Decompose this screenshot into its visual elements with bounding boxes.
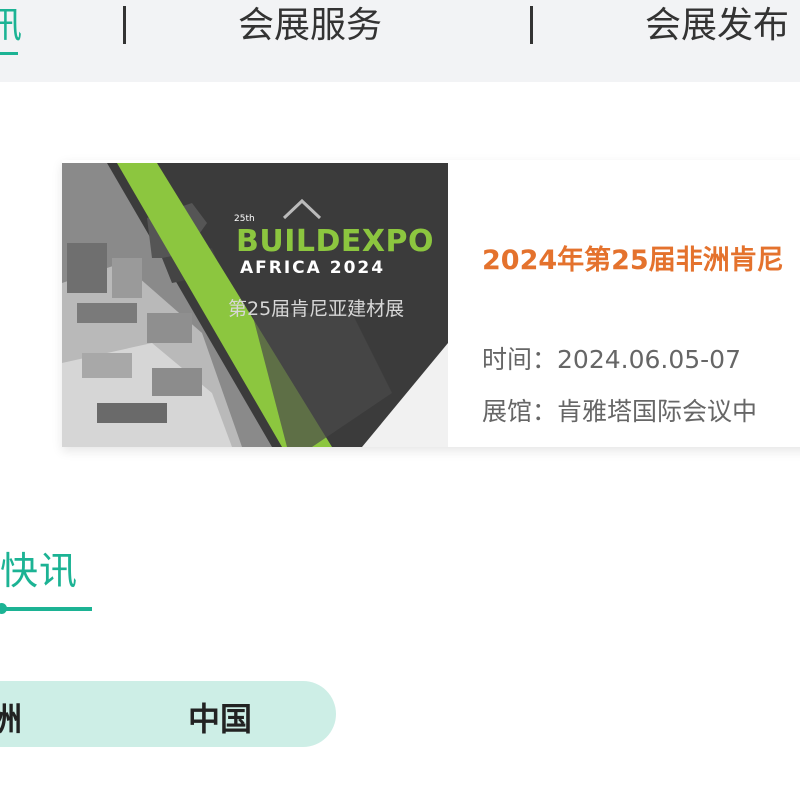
expo-time-label: 时间： [482, 345, 558, 374]
region-tab-china[interactable]: 中国 [188, 694, 252, 740]
expo-hall-label: 展馆： [482, 397, 558, 426]
banner-edition: 25th [234, 214, 255, 224]
section-title-news-flash: 快讯 [0, 549, 79, 593]
banner-brand: BUILDEXPO [236, 224, 434, 259]
expo-banner-image: 25th BUILDEXPO AFRICA 2024 第25届肯尼亚建材展 [62, 163, 448, 447]
expo-title[interactable]: 2024年第25届非洲肯尼 [482, 238, 784, 277]
section-underline-dot [0, 603, 7, 614]
expo-hall-value: 肯雅塔国际会议中 [557, 397, 758, 426]
expo-time: 时间：2024.06.05-07 [482, 340, 741, 376]
nav-item-news[interactable]: 讯 [0, 4, 22, 48]
region-tab-bar: 洲 中国 [0, 681, 336, 747]
nav-item-expo-publish[interactable]: 会展发布 [645, 4, 789, 48]
nav-item-expo-services[interactable]: 会展服务 [238, 4, 382, 48]
nav-active-underline [0, 52, 18, 55]
top-nav: 讯 会展服务 会展发布 [0, 0, 800, 82]
expo-card[interactable]: 25th BUILDEXPO AFRICA 2024 第25届肯尼亚建材展 20… [62, 160, 800, 447]
nav-separator [530, 6, 533, 44]
nav-separator [123, 6, 126, 44]
section-underline [0, 607, 92, 611]
region-tab-continent[interactable]: 洲 [0, 694, 22, 740]
expo-hall: 展馆：肯雅塔国际会议中 [482, 392, 757, 428]
expo-time-value: 2024.06.05-07 [557, 345, 741, 374]
banner-sub-brand: AFRICA 2024 [240, 258, 385, 278]
banner-chinese-caption: 第25届肯尼亚建材展 [228, 298, 404, 320]
